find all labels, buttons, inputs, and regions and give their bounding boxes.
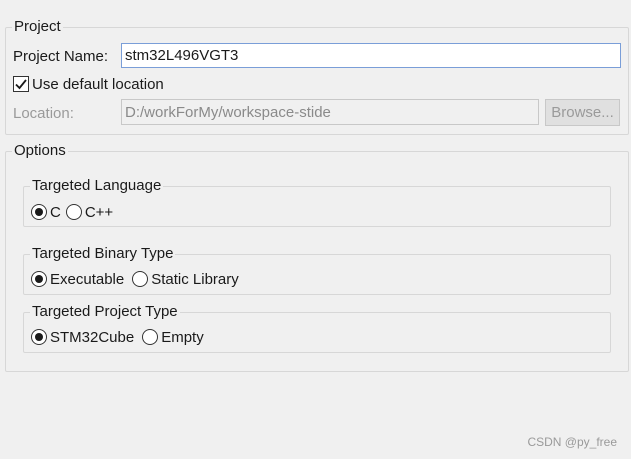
binary-static-library-radio[interactable] [132,271,149,287]
radio-selected-dot [35,275,43,283]
radio-selected-dot [35,208,43,216]
language-cpp-label: C++ [84,203,114,221]
project-type-stm32cube-radio[interactable] [31,329,47,345]
radio-selected-dot [35,333,43,341]
use-default-location-checkbox[interactable] [13,76,29,92]
project-type-empty-radio[interactable] [142,329,159,345]
checkmark-icon [15,79,27,90]
browse-button[interactable]: Browse... [545,99,620,126]
binary-executable-radio[interactable] [31,271,47,287]
use-default-location-row[interactable]: Use default location [13,73,164,95]
location-row: Location: [13,101,74,126]
binary-static-library-label: Static Library [151,270,239,288]
project-name-row: Project Name: [13,44,108,69]
project-name-input[interactable] [121,43,621,68]
targeted-binary-type-title: Targeted Binary Type [32,245,174,262]
targeted-binary-type-options: Executable Static Library [31,269,239,289]
targeted-language-options: C C++ [31,202,113,222]
location-input[interactable] [121,99,539,125]
language-c-radio[interactable] [31,204,47,220]
binary-executable-label: Executable [50,270,125,288]
project-name-label: Project Name: [13,48,109,65]
targeted-project-type-options: STM32Cube Empty [31,327,204,347]
language-c-label: C [50,203,61,221]
language-cpp-radio[interactable] [65,204,82,220]
targeted-project-type-title: Targeted Project Type [32,303,178,320]
project-type-stm32cube-label: STM32Cube [50,328,135,346]
options-group-title: Options [14,142,66,159]
project-type-empty-label: Empty [161,328,204,346]
project-group-title: Project [14,18,61,35]
use-default-location-label: Use default location [32,75,164,93]
watermark: CSDN @py_free [527,435,617,449]
location-label: Location: [13,105,74,122]
targeted-language-title: Targeted Language [32,177,162,194]
new-project-dialog: Project Project Name: Use default locati… [0,0,631,459]
